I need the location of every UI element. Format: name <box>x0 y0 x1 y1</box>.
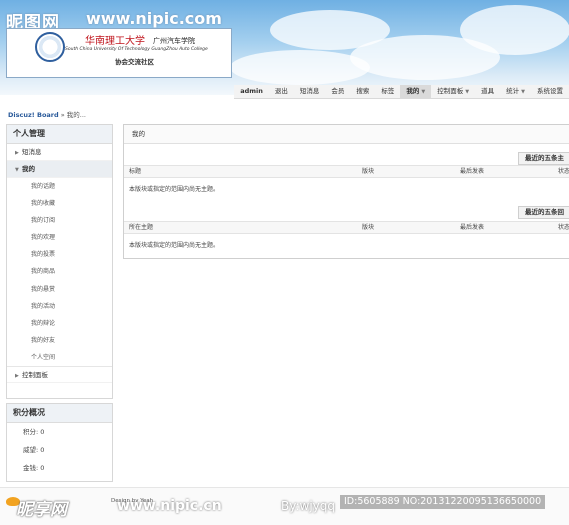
footer: Design by Yeah 昵享网 www.nipic.cn By:wjyqq… <box>0 487 569 525</box>
site-logo[interactable]: 华南理工大学 广州汽车学院 South China University Of … <box>6 28 232 78</box>
sidebar-subitem-space[interactable]: 个人空间 <box>7 349 112 366</box>
nav-stats-label: 统计 <box>506 86 520 95</box>
nav-mine-label: 我的 <box>406 86 420 95</box>
top-nav: admin 退出 短消息 会员 搜索 标签 我的 ▼ 控制面板 ▼ 道具 统计 ▼ 系… <box>234 84 569 99</box>
chevron-down-icon: ▼ <box>521 88 525 95</box>
main-title: 我的 <box>124 125 569 144</box>
logo-community: 协会交流社区 <box>115 58 154 66</box>
sidebar-subitem-activities[interactable]: 我的活动 <box>7 298 112 315</box>
sidebar-item-label: 短消息 <box>22 148 42 156</box>
sidebar-title: 个人管理 <box>7 125 112 144</box>
chevron-right-icon: ▶ <box>15 150 19 156</box>
chevron-right-icon: ▶ <box>15 373 19 380</box>
nav-search[interactable]: 搜索 <box>350 85 375 98</box>
cloud <box>460 5 569 55</box>
nav-tags[interactable]: 标签 <box>375 85 400 98</box>
replies-empty-message: 本版块或指定的范围内尚无主题。 <box>129 242 220 249</box>
nav-mine[interactable]: 我的 ▼ <box>400 84 432 99</box>
chevron-down-icon: ▼ <box>15 167 19 173</box>
nav-control-panel-label: 控制面板 <box>437 86 464 95</box>
sidebar-item-messages[interactable]: ▶ 短消息 <box>7 144 112 161</box>
breadcrumb-current: 我的... <box>66 111 86 119</box>
logo-english-name: South China University Of Technology Gua… <box>65 47 208 52</box>
column-header: 状态 <box>558 168 569 175</box>
column-header: 最后发表 <box>460 168 485 175</box>
breadcrumb-separator: » <box>60 111 65 119</box>
watermark-url: www.nipic.com <box>86 9 222 28</box>
credits-title: 积分概况 <box>7 404 112 423</box>
replies-table-header: 所在主题 版块 最后发表 状态 <box>124 221 569 234</box>
chevron-down-icon: ▼ <box>465 88 470 95</box>
sidebar-subitem-polls[interactable]: 我的投票 <box>7 246 112 263</box>
sidebar-item-label: 控制面板 <box>22 371 48 380</box>
sidebar-item-mine[interactable]: ▼ 我的 <box>7 161 112 178</box>
sidebar-subitem-4[interactable]: 我的欢理 <box>7 229 112 246</box>
watermark-author: By:wjyqq <box>281 499 335 513</box>
nav-messages[interactable]: 短消息 <box>294 85 326 98</box>
watermark-footer-url: www.nipic.cn <box>117 498 222 514</box>
column-header: 最后发表 <box>460 224 485 231</box>
recent-replies-tab[interactable]: 最近的五条回 <box>518 206 569 219</box>
topics-empty-message: 本版块或指定的范围内尚无主题。 <box>129 186 220 193</box>
credits-panel: 积分概况 积分: 0 威望: 0 金钱: 0 <box>6 403 113 482</box>
sidebar-subitem-subscriptions[interactable]: 我的订阅 <box>7 212 112 229</box>
breadcrumb-home[interactable]: Discuz! Board <box>8 111 59 119</box>
column-header: 标题 <box>129 168 142 175</box>
recent-topics-tab[interactable]: 最近的五条主 <box>518 152 569 165</box>
nav-logout[interactable]: 退出 <box>269 85 294 98</box>
school-emblem-icon <box>35 32 65 62</box>
sidebar: 个人管理 ▶ 短消息 ▼ 我的 我的话题 我的收藏 我的订阅 我的欢理 我的投票 我… <box>6 124 113 399</box>
sidebar-subitem-rewards[interactable]: 我的悬赏 <box>7 281 112 298</box>
sidebar-subitem-debates[interactable]: 我的辩论 <box>7 315 112 332</box>
column-header: 状态 <box>558 224 569 231</box>
column-header: 版块 <box>362 224 375 231</box>
nav-stats[interactable]: 统计 ▼ <box>500 85 531 99</box>
chevron-down-icon: ▼ <box>421 88 426 95</box>
nav-items[interactable]: 道具 <box>475 85 500 98</box>
nav-system-settings[interactable]: 系统设置 <box>531 85 569 98</box>
sidebar-item-control-panel[interactable]: ▶ 控制面板 <box>7 366 112 384</box>
topics-table-header: 标题 版块 最后发表 状态 <box>124 165 569 178</box>
breadcrumb: Discuz! Board » 我的... <box>8 109 86 119</box>
column-header: 所在主题 <box>129 224 154 231</box>
watermark-footer-site: 昵享网 <box>16 500 67 520</box>
credits-money: 金钱: 0 <box>23 464 45 472</box>
cloud <box>230 50 370 85</box>
credits-prestige: 威望: 0 <box>23 446 45 454</box>
nav-control-panel[interactable]: 控制面板 ▼ <box>431 85 475 99</box>
credits-points: 积分: 0 <box>23 428 45 436</box>
sidebar-subitem-goods[interactable]: 我的商品 <box>7 263 112 280</box>
main-panel: 我的 最近的五条主 标题 版块 最后发表 状态 本版块或指定的范围内尚无主题。 … <box>123 124 569 259</box>
logo-school-name: 华南理工大学 <box>85 36 145 47</box>
sidebar-subitem-topics[interactable]: 我的话题 <box>7 178 112 195</box>
nav-members[interactable]: 会员 <box>325 85 350 98</box>
sidebar-item-label: 我的 <box>22 165 35 173</box>
column-header: 版块 <box>362 168 375 175</box>
sidebar-subitem-favorites[interactable]: 我的收藏 <box>7 195 112 212</box>
sidebar-subitem-friends[interactable]: 我的好友 <box>7 332 112 349</box>
logo-college-name: 广州汽车学院 <box>153 37 195 45</box>
nav-admin[interactable]: admin <box>234 85 269 98</box>
watermark-image-id: ID:5605889 NO:20131220095136650000 <box>340 495 546 509</box>
header-banner: 昵图网 www.nipic.com 华南理工大学 广州汽车学院 South Ch… <box>0 0 569 95</box>
